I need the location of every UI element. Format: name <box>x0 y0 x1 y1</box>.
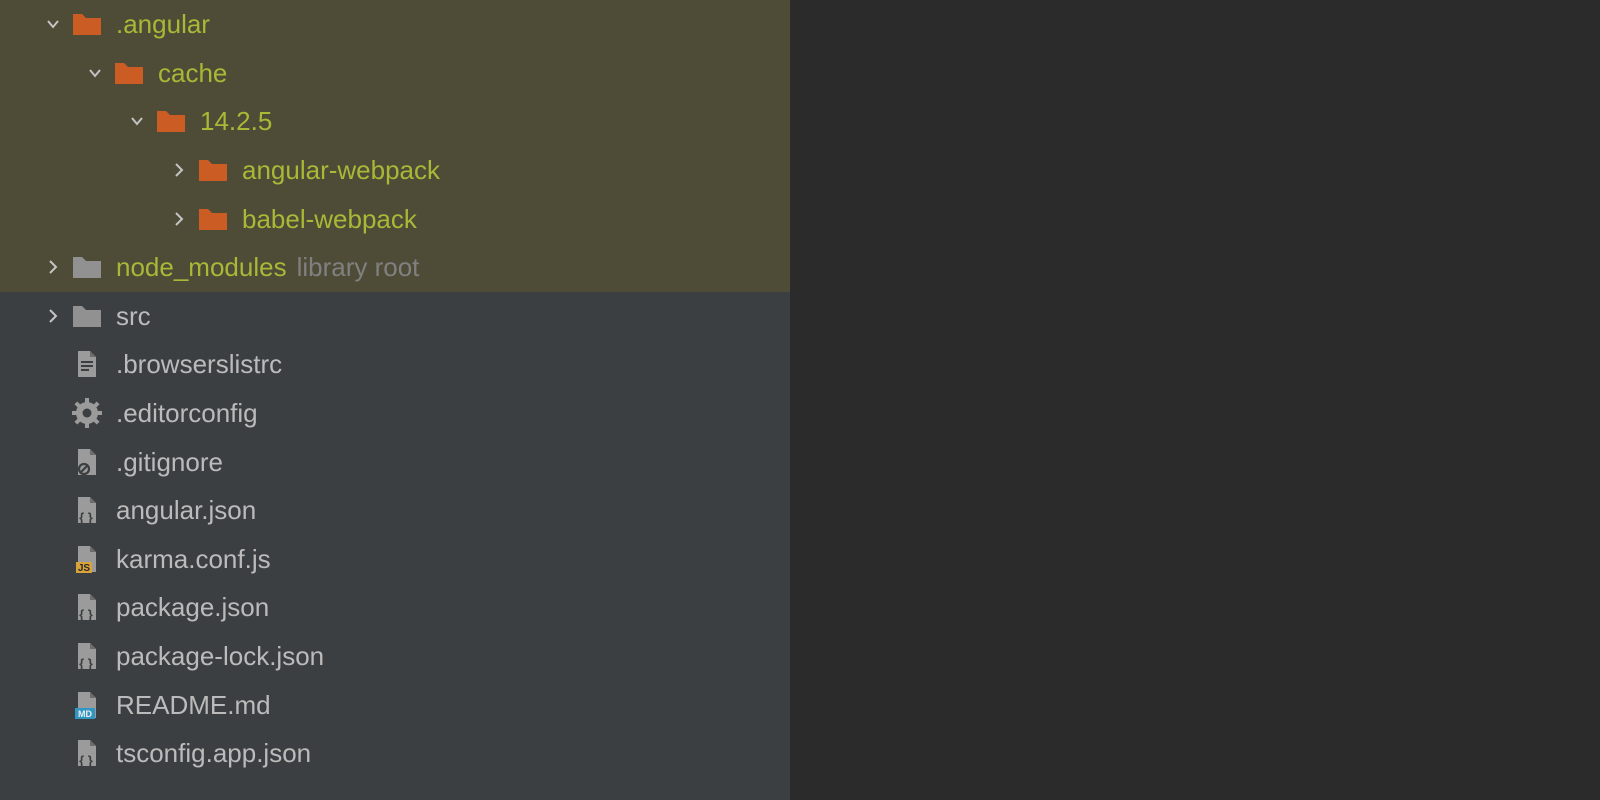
json-file-icon <box>72 495 102 525</box>
folder-excluded-icon <box>198 155 228 185</box>
project-tree-panel[interactable]: .angular cache 14.2.5 angular-webpack babel-… <box>0 0 790 800</box>
chevron-right-icon[interactable] <box>168 208 190 230</box>
tree-item-karma-conf[interactable]: karma.conf.js <box>0 535 790 584</box>
tree-item-src[interactable]: src <box>0 292 790 341</box>
chevron-right-icon[interactable] <box>42 305 64 327</box>
gitignore-icon <box>72 447 102 477</box>
tree-item-editorconfig[interactable]: .editorconfig <box>0 389 790 438</box>
tree-item-browserslistrc[interactable]: .browserslistrc <box>0 340 790 389</box>
tree-item-gitignore[interactable]: .gitignore <box>0 437 790 486</box>
tree-item-label: 14.2.5 <box>200 108 272 134</box>
tree-item-label: package.json <box>116 594 269 620</box>
text-file-icon <box>72 349 102 379</box>
gear-icon <box>72 398 102 428</box>
editor-area <box>790 0 1600 800</box>
tree-item-suffix: library root <box>297 252 420 283</box>
tree-item-babel-webpack[interactable]: babel-webpack <box>0 194 790 243</box>
json-file-icon <box>72 641 102 671</box>
tree-item-label: package-lock.json <box>116 643 324 669</box>
tree-item-label: README.md <box>116 692 271 718</box>
folder-icon <box>72 301 102 331</box>
chevron-right-icon[interactable] <box>42 256 64 278</box>
chevron-down-icon[interactable] <box>84 62 106 84</box>
tree-item-readme[interactable]: README.md <box>0 680 790 729</box>
tree-item-node-modules[interactable]: node_modules library root <box>0 243 790 292</box>
tree-item-label: cache <box>158 60 227 86</box>
tree-item-v14-2-5[interactable]: 14.2.5 <box>0 97 790 146</box>
chevron-right-icon[interactable] <box>168 159 190 181</box>
tree-item-tsconfig-app[interactable]: tsconfig.app.json <box>0 729 790 778</box>
json-file-icon <box>72 738 102 768</box>
tree-item-label: .editorconfig <box>116 400 258 426</box>
tree-item-package-lock[interactable]: package-lock.json <box>0 632 790 681</box>
project-tree: .angular cache 14.2.5 angular-webpack babel-… <box>0 0 790 778</box>
tree-item-label: .gitignore <box>116 449 223 475</box>
folder-excluded-icon <box>198 204 228 234</box>
tree-item-label: node_modules <box>116 254 287 280</box>
tree-item-package-json[interactable]: package.json <box>0 583 790 632</box>
folder-excluded-icon <box>72 9 102 39</box>
json-file-icon <box>72 592 102 622</box>
tree-item-label: babel-webpack <box>242 206 417 232</box>
folder-excluded-icon <box>114 58 144 88</box>
folder-icon <box>72 252 102 282</box>
tree-item-cache[interactable]: cache <box>0 49 790 98</box>
folder-excluded-icon <box>156 106 186 136</box>
tree-item-label: .browserslistrc <box>116 351 282 377</box>
tree-item-angular[interactable]: .angular <box>0 0 790 49</box>
tree-item-label: .angular <box>116 11 210 37</box>
tree-item-label: angular.json <box>116 497 256 523</box>
chevron-down-icon[interactable] <box>126 110 148 132</box>
chevron-down-icon[interactable] <box>42 13 64 35</box>
tree-item-angular-json[interactable]: angular.json <box>0 486 790 535</box>
tree-item-label: tsconfig.app.json <box>116 740 311 766</box>
tree-item-angular-webpack[interactable]: angular-webpack <box>0 146 790 195</box>
workspace: .angular cache 14.2.5 angular-webpack babel-… <box>0 0 1600 800</box>
js-file-icon <box>72 544 102 574</box>
markdown-file-icon <box>72 690 102 720</box>
tree-item-label: src <box>116 303 151 329</box>
tree-item-label: karma.conf.js <box>116 546 271 572</box>
tree-item-label: angular-webpack <box>242 157 440 183</box>
